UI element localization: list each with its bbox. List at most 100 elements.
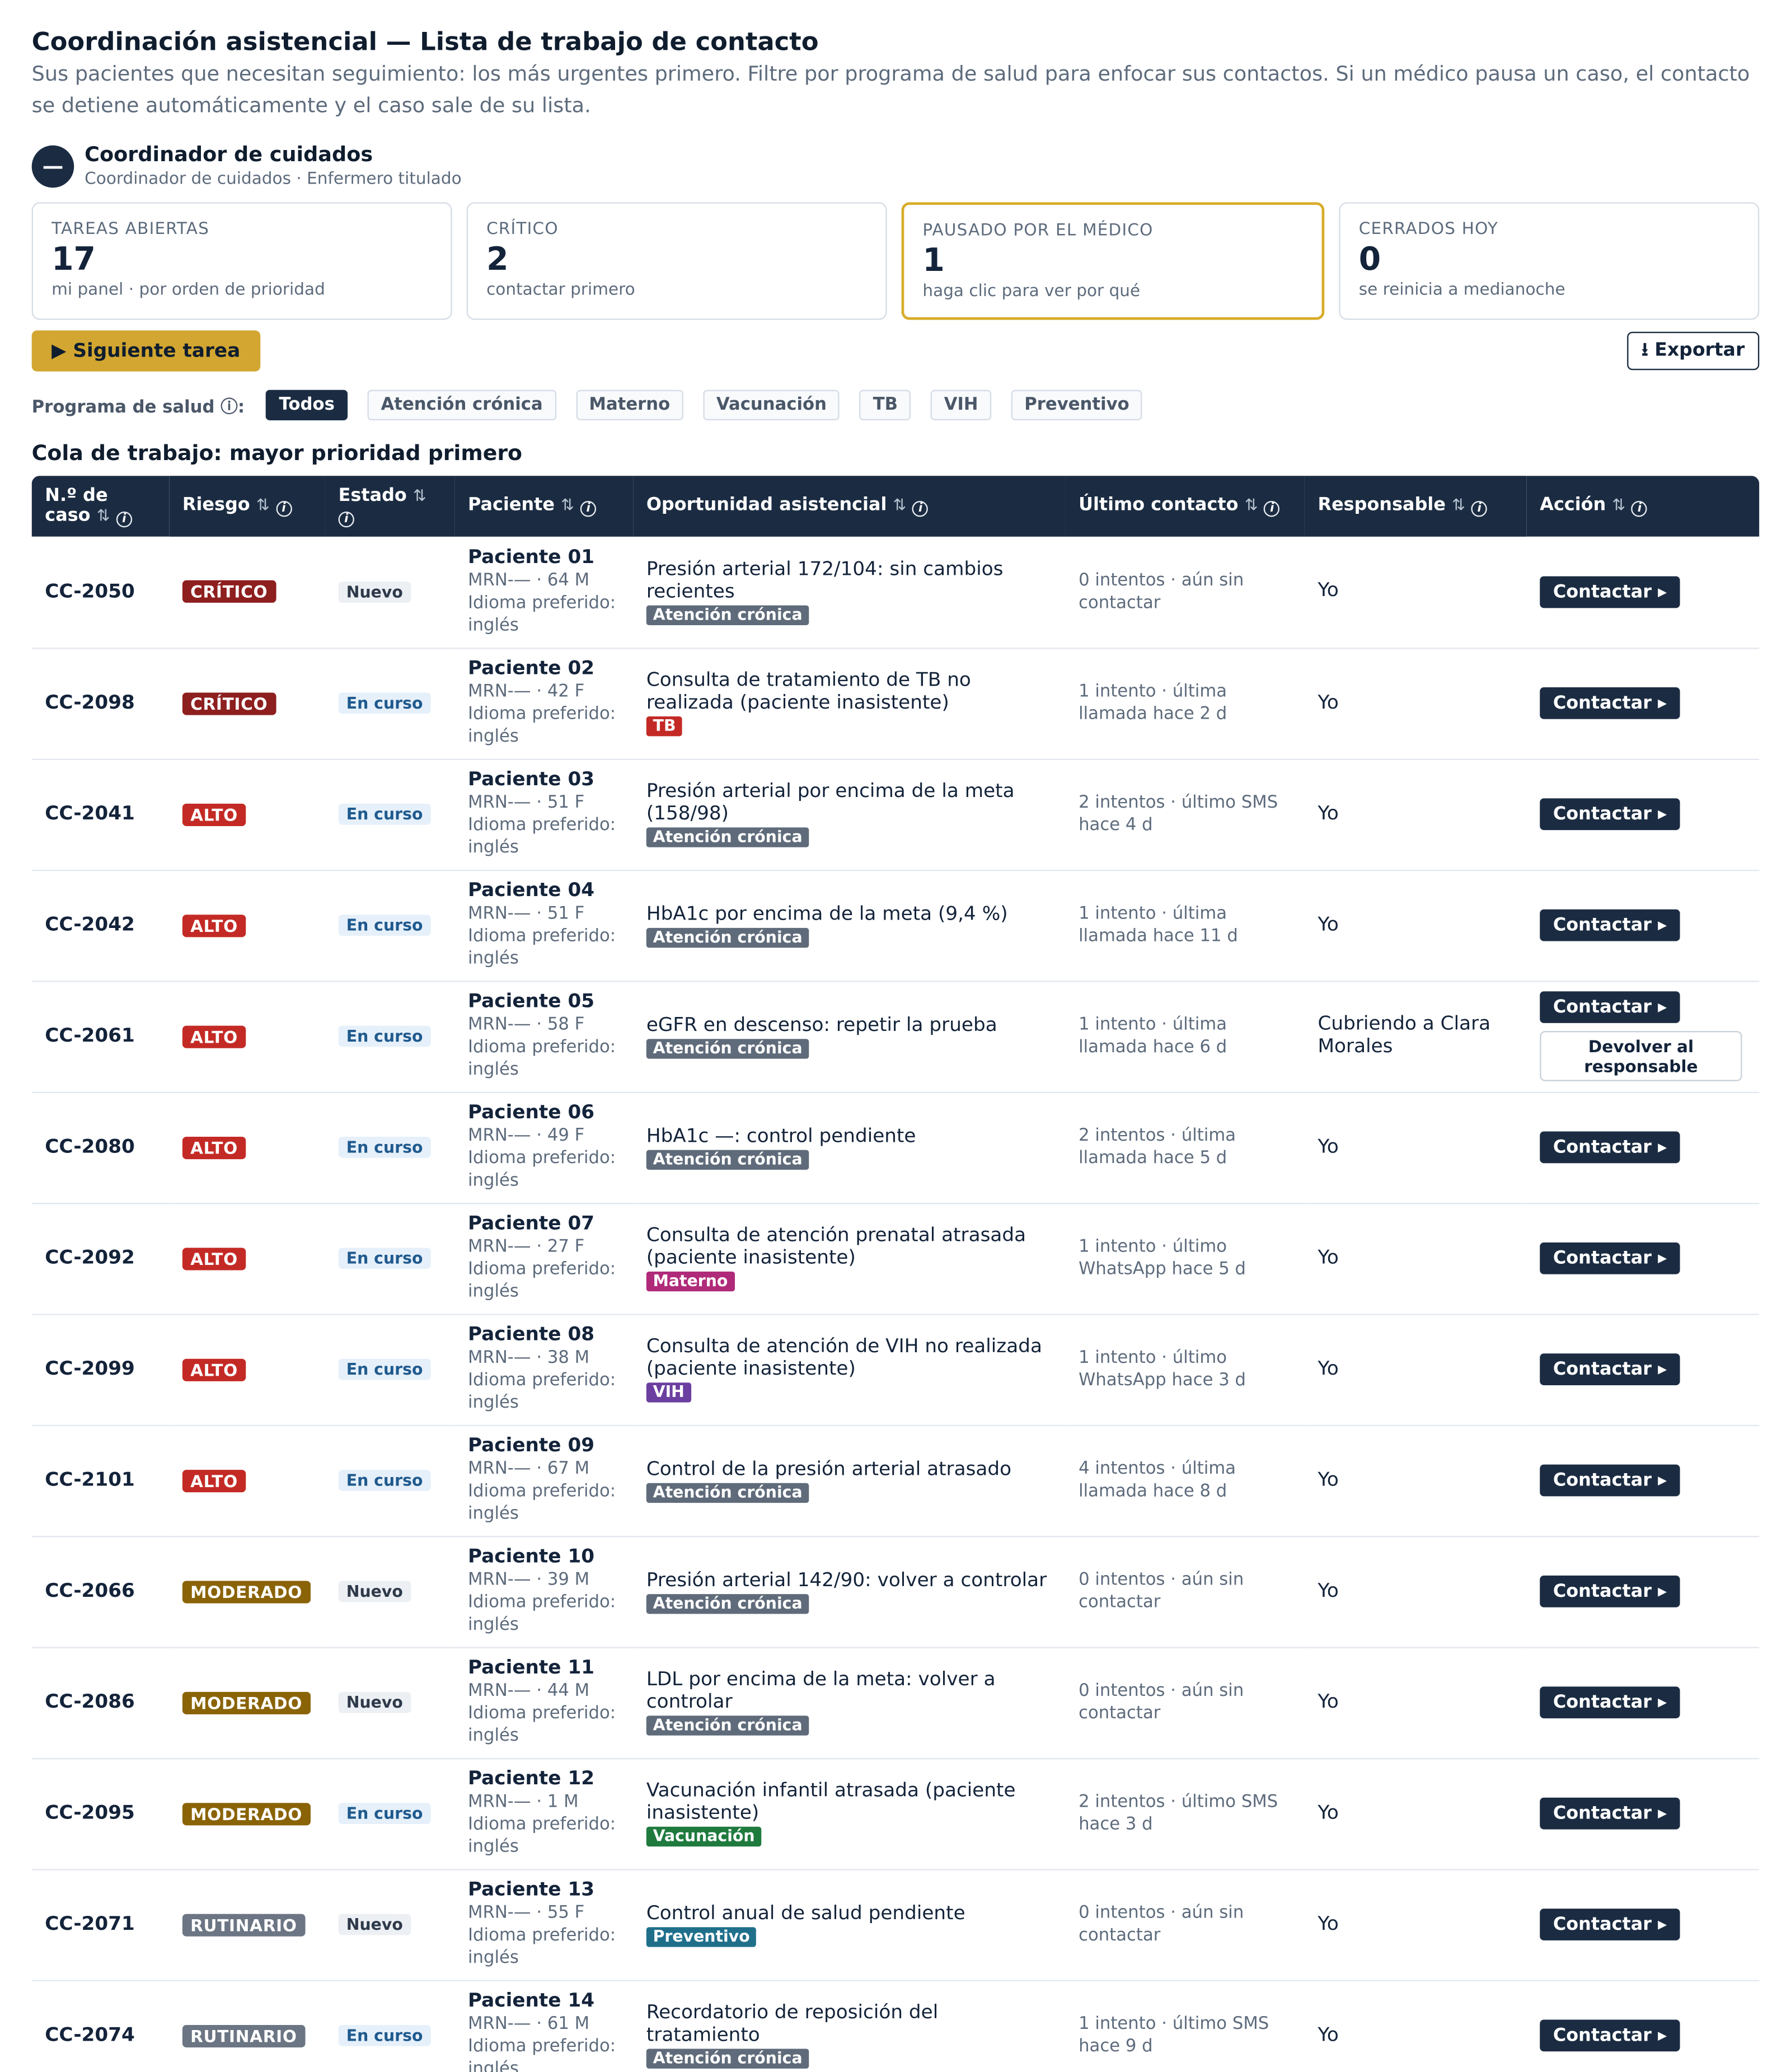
table-row[interactable]: CC-2099 ALTO En curso Paciente 08 MRN-— · 38… bbox=[31, 1314, 1760, 1425]
risk-badge: CRÍTICO bbox=[182, 692, 276, 715]
contact-button[interactable]: Contactar ▸ bbox=[1540, 2019, 1680, 2052]
header-status[interactable]: Estado ⇅ i bbox=[325, 476, 454, 537]
patient-name[interactable]: Paciente 08 bbox=[468, 1324, 620, 1347]
header-owner[interactable]: Responsable ⇅ i bbox=[1305, 476, 1527, 537]
header-patient[interactable]: Paciente ⇅ i bbox=[454, 476, 633, 537]
return-to-owner-button[interactable]: Devolver al responsable bbox=[1540, 1031, 1742, 1081]
filter-chip-preventivo[interactable]: Preventivo bbox=[1011, 389, 1143, 420]
filter-chip-atencion-cronica[interactable]: Atención crónica bbox=[367, 389, 556, 420]
cell-risk: ALTO bbox=[169, 759, 325, 870]
header-risk[interactable]: Riesgo ⇅ i bbox=[169, 476, 325, 537]
contact-button[interactable]: Contactar ▸ bbox=[1540, 1353, 1680, 1385]
cell-patient: Paciente 07 MRN-— · 27 F Idioma preferido:… bbox=[454, 1203, 633, 1314]
contact-button[interactable]: Contactar ▸ bbox=[1540, 1686, 1680, 1719]
table-row[interactable]: CC-2098 CRÍTICO En curso Paciente 02 MRN-— ·… bbox=[31, 648, 1760, 759]
info-icon[interactable]: i bbox=[338, 510, 354, 527]
contact-button[interactable]: Contactar ▸ bbox=[1540, 1242, 1680, 1274]
case-id[interactable]: CC-2098 bbox=[45, 692, 135, 714]
case-id[interactable]: CC-2042 bbox=[45, 915, 135, 936]
patient-name[interactable]: Paciente 04 bbox=[468, 880, 620, 903]
table-row[interactable]: CC-2092 ALTO En curso Paciente 07 MRN-— · 27… bbox=[31, 1203, 1760, 1314]
cell-last-contact: 0 intentos · aún sin contactar bbox=[1065, 1647, 1304, 1758]
info-icon[interactable]: i bbox=[1264, 501, 1280, 517]
case-id[interactable]: CC-2050 bbox=[45, 582, 135, 603]
filter-chip-tb[interactable]: TB bbox=[860, 389, 911, 420]
table-row[interactable]: CC-2061 ALTO En curso Paciente 05 MRN-— · 58… bbox=[31, 981, 1760, 1092]
table-row[interactable]: CC-2101 ALTO En curso Paciente 09 MRN-— · 67… bbox=[31, 1425, 1760, 1536]
table-row[interactable]: CC-2095 MODERADO En curso Paciente 12 MRN-— … bbox=[31, 1758, 1760, 1869]
table-row[interactable]: CC-2074 RUTINARIO En curso Paciente 14 MRN-—… bbox=[32, 1980, 1760, 2072]
case-id[interactable]: CC-2101 bbox=[45, 1470, 135, 1491]
case-id[interactable]: CC-2086 bbox=[45, 1692, 135, 1713]
case-id[interactable]: CC-2092 bbox=[45, 1248, 135, 1269]
owner: Yo bbox=[1318, 1136, 1339, 1157]
info-icon[interactable]: i bbox=[1471, 501, 1488, 517]
contact-button[interactable]: Contactar ▸ bbox=[1540, 1464, 1680, 1497]
contact-button[interactable]: Contactar ▸ bbox=[1540, 1131, 1680, 1164]
stat-paused-by-doctor[interactable]: PAUSADO POR EL MÉDICO 1 haga clic para v… bbox=[901, 202, 1325, 320]
info-icon[interactable]: i bbox=[1631, 501, 1648, 517]
patient-name[interactable]: Paciente 02 bbox=[468, 658, 620, 681]
patient-name[interactable]: Paciente 12 bbox=[468, 1769, 620, 1791]
contact-button[interactable]: Contactar ▸ bbox=[1540, 1909, 1680, 1940]
contact-button[interactable]: Contactar ▸ bbox=[1540, 798, 1680, 831]
cell-status: En curso bbox=[325, 759, 454, 870]
program-tag: Atención crónica bbox=[646, 927, 809, 948]
case-id[interactable]: CC-2080 bbox=[45, 1137, 135, 1158]
contact-button[interactable]: Contactar ▸ bbox=[1540, 909, 1680, 941]
owner: Yo bbox=[1318, 692, 1339, 714]
header-opportunity[interactable]: Oportunidad asistencial ⇅ i bbox=[633, 476, 1065, 537]
contact-button[interactable]: Contactar ▸ bbox=[1540, 1576, 1680, 1607]
patient-name[interactable]: Paciente 13 bbox=[468, 1879, 620, 1902]
contact-button[interactable]: Contactar ▸ bbox=[1540, 576, 1680, 608]
patient-name[interactable]: Paciente 10 bbox=[468, 1546, 620, 1569]
patient-name[interactable]: Paciente 14 bbox=[468, 1991, 620, 2013]
filter-chip-vacunacion[interactable]: Vacunación bbox=[703, 389, 840, 420]
patient-name[interactable]: Paciente 06 bbox=[468, 1103, 620, 1125]
patient-name[interactable]: Paciente 09 bbox=[468, 1436, 620, 1458]
case-id[interactable]: CC-2099 bbox=[45, 1359, 135, 1380]
info-icon[interactable]: i bbox=[275, 501, 292, 517]
table-row[interactable]: CC-2071 RUTINARIO Nuevo Paciente 13 MRN-— · … bbox=[31, 1869, 1760, 1980]
table-row[interactable]: CC-2066 MODERADO Nuevo Paciente 10 MRN-— · 3… bbox=[31, 1536, 1760, 1647]
case-id[interactable]: CC-2071 bbox=[45, 1914, 135, 1935]
patient-name[interactable]: Paciente 03 bbox=[468, 769, 620, 791]
contact-button[interactable]: Contactar ▸ bbox=[1540, 991, 1680, 1023]
filter-chip-todos[interactable]: Todos bbox=[265, 389, 348, 420]
table-row[interactable]: CC-2086 MODERADO Nuevo Paciente 11 MRN-— · 4… bbox=[31, 1647, 1760, 1758]
filter-chip-materno[interactable]: Materno bbox=[575, 389, 683, 420]
export-button[interactable]: ⭳ Exportar bbox=[1627, 331, 1760, 371]
patient-name[interactable]: Paciente 01 bbox=[468, 547, 620, 569]
table-row[interactable]: CC-2050 CRÍTICO Nuevo Paciente 01 MRN-— · 64… bbox=[31, 537, 1760, 648]
info-icon[interactable]: i bbox=[116, 510, 132, 527]
header-last-contact[interactable]: Último contacto ⇅ i bbox=[1065, 476, 1304, 537]
filter-chip-vih[interactable]: VIH bbox=[931, 389, 992, 420]
case-id[interactable]: CC-2061 bbox=[45, 1026, 135, 1047]
table-row[interactable]: CC-2080 ALTO En curso Paciente 06 MRN-— · 49… bbox=[31, 1092, 1760, 1203]
patient-name[interactable]: Paciente 05 bbox=[468, 991, 620, 1014]
patient-language: Idioma preferido: inglés bbox=[468, 593, 616, 636]
contact-button[interactable]: Contactar ▸ bbox=[1540, 1797, 1680, 1830]
risk-badge: RUTINARIO bbox=[182, 2024, 305, 2047]
avatar[interactable]: — bbox=[31, 144, 74, 187]
cell-owner: Yo bbox=[1305, 759, 1527, 870]
case-id[interactable]: CC-2074 bbox=[45, 2025, 135, 2046]
info-icon[interactable]: i bbox=[580, 501, 597, 517]
patient-name[interactable]: Paciente 11 bbox=[468, 1657, 620, 1680]
next-task-button[interactable]: ▶ Siguiente tarea bbox=[31, 330, 260, 372]
header-case[interactable]: N.º de caso ⇅ i bbox=[32, 476, 170, 537]
patient-name[interactable]: Paciente 07 bbox=[468, 1213, 620, 1236]
case-id[interactable]: CC-2041 bbox=[45, 804, 135, 825]
case-id[interactable]: CC-2066 bbox=[45, 1581, 135, 1602]
header-action[interactable]: Acción ⇅ i bbox=[1527, 476, 1760, 537]
cell-last-contact: 0 intentos · aún sin contactar bbox=[1065, 1869, 1304, 1980]
case-id[interactable]: CC-2095 bbox=[45, 1803, 135, 1824]
last-contact: 2 intentos · último SMS hace 4 d bbox=[1079, 793, 1278, 836]
info-icon[interactable]: i bbox=[912, 501, 929, 517]
cell-owner: Yo bbox=[1305, 1536, 1527, 1647]
contact-button[interactable]: Contactar ▸ bbox=[1540, 687, 1680, 719]
table-row[interactable]: CC-2042 ALTO En curso Paciente 04 MRN-— · 51… bbox=[31, 870, 1760, 981]
cell-patient: Paciente 01 MRN-— · 64 M Idioma preferido:… bbox=[454, 537, 633, 648]
cell-opportunity: Consulta de tratamiento de TB no realiza… bbox=[633, 648, 1065, 758]
table-row[interactable]: CC-2041 ALTO En curso Paciente 03 MRN-— · 51… bbox=[31, 759, 1760, 870]
